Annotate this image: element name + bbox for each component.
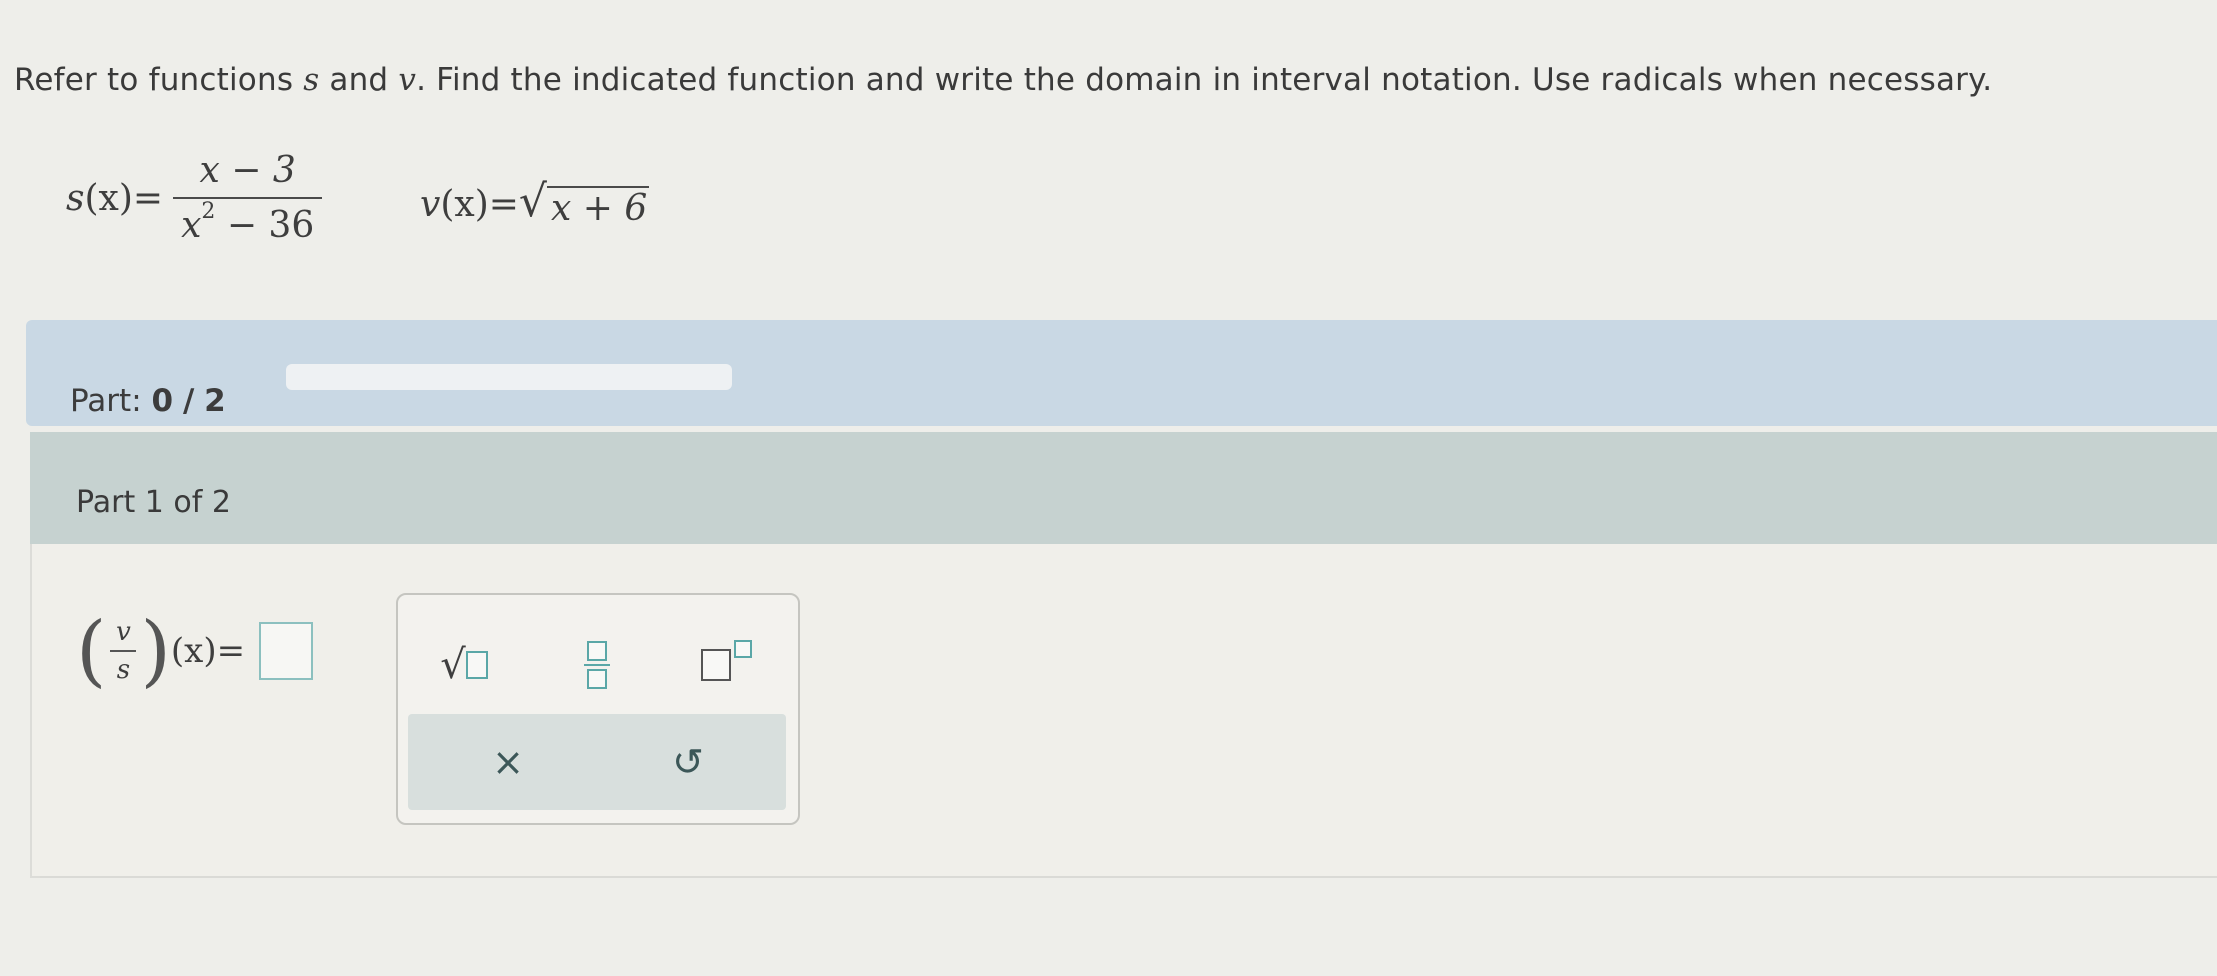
- sqrt-icon: √: [440, 642, 466, 688]
- fn-v-name: v: [420, 184, 441, 225]
- function-v: v (x) = √ x + 6: [420, 176, 650, 229]
- answer-expression: ( v s ) (x) =: [76, 606, 314, 696]
- prompt-var-v: v: [398, 62, 417, 98]
- progress-current: 0: [151, 383, 174, 419]
- answer-input[interactable]: [259, 622, 314, 680]
- fraction-button[interactable]: [557, 635, 637, 695]
- exponent-box-icon: [733, 640, 752, 658]
- denominator-box-icon: [587, 669, 607, 689]
- fn-v-sqrt: √ x + 6: [518, 176, 650, 229]
- answer-numerator: v: [116, 617, 131, 647]
- right-paren: ): [140, 606, 171, 696]
- close-icon: ×: [492, 740, 524, 784]
- exponent-button[interactable]: [686, 635, 766, 695]
- progress-separator: /: [182, 383, 195, 419]
- radical-sign: √: [518, 176, 547, 227]
- fn-v-arg: (x): [440, 184, 489, 225]
- question-prompt: Refer to functions s and v. Find the ind…: [14, 62, 1992, 98]
- placeholder-box-icon: [465, 651, 488, 679]
- fn-s-denominator: x2 − 36: [173, 199, 322, 246]
- numerator-box-icon: [587, 641, 607, 661]
- part-title: Part 1 of 2: [76, 485, 231, 520]
- fn-v-radicand: x + 6: [546, 186, 650, 229]
- prompt-text-end: . Find the indicated function and write …: [416, 62, 1993, 98]
- progress-total: 2: [204, 383, 226, 419]
- progress-label-text: Part:: [70, 383, 142, 419]
- math-toolbar: √ × ↺: [396, 593, 800, 825]
- fn-s-arg: (x): [84, 177, 133, 219]
- answer-equals: =: [216, 631, 246, 671]
- fn-s-name: s: [66, 177, 85, 219]
- answer-fraction: v s: [110, 617, 137, 685]
- base-box-icon: [700, 649, 731, 681]
- function-s: s (x) = x − 3 x2 − 36: [66, 150, 323, 246]
- divider: [40, 876, 2217, 878]
- clear-button[interactable]: ×: [478, 732, 538, 792]
- fn-s-equals: =: [132, 177, 164, 219]
- fraction-icon: [584, 641, 610, 689]
- sqrt-button[interactable]: √: [424, 635, 504, 695]
- fn-s-den-rest: − 36: [215, 205, 315, 246]
- fn-s-den-exponent: 2: [201, 199, 216, 224]
- toolbar-actions: × ↺: [408, 714, 786, 810]
- fn-v-equals: =: [488, 184, 519, 225]
- prompt-text-and: and: [319, 62, 399, 98]
- left-paren: (: [76, 606, 107, 696]
- answer-arg: (x): [170, 631, 217, 671]
- fraction-line-icon: [584, 664, 610, 666]
- answer-denominator: s: [116, 655, 131, 685]
- undo-button[interactable]: ↺: [658, 732, 718, 792]
- prompt-var-s: s: [303, 62, 320, 98]
- progress-label: Part: 0 / 2: [70, 383, 226, 419]
- prompt-text-start: Refer to functions: [14, 62, 304, 98]
- fn-s-numerator: x − 3: [199, 150, 296, 191]
- fraction-bar: [110, 650, 137, 652]
- progress-bar: [286, 364, 732, 390]
- fn-s-fraction: x − 3 x2 − 36: [173, 150, 323, 246]
- part-header: [30, 432, 2217, 544]
- undo-icon: ↺: [672, 740, 704, 784]
- fn-s-den-base: x: [181, 205, 202, 246]
